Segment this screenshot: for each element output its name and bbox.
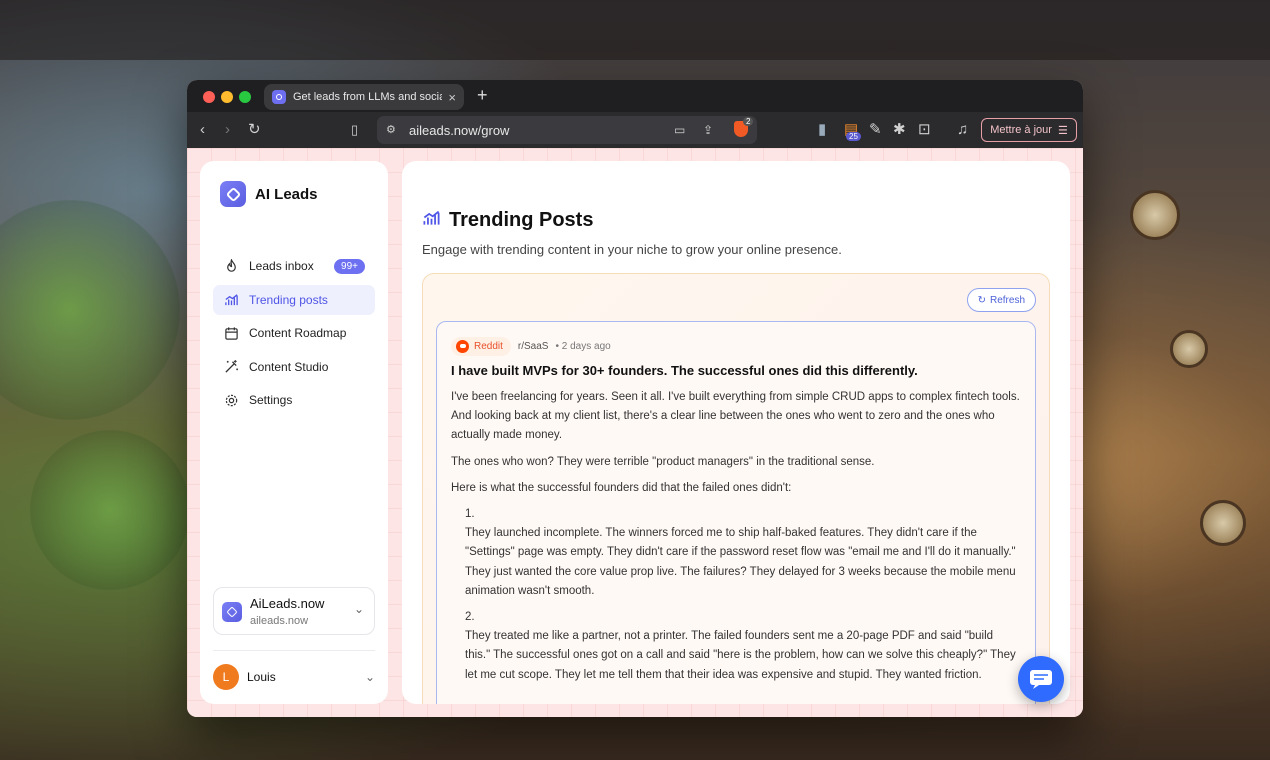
workspace-domain: aileads.now [250,615,309,627]
post-paragraph: I've been freelancing for years. Seen it… [451,391,1020,442]
cast-icon[interactable]: ▭ [674,121,685,139]
menu-icon: ☰ [1057,124,1068,137]
ai-leads-logo-icon [220,181,246,207]
share-icon[interactable]: ⇪ [703,121,713,139]
user-name: Louis [247,670,276,684]
sidebar-nav: Leads inbox 99+ Trending posts Content R… [213,251,375,419]
sidebar-item-label: Leads inbox [249,259,314,273]
sidebar-item-settings[interactable]: Settings [213,385,375,415]
workspace-name: AiLeads.now [250,596,325,611]
close-window-button[interactable] [203,91,215,103]
page-content: AI Leads Leads inbox 99+ Trending posts [187,148,1083,717]
refresh-button-label: Refresh [989,294,1025,306]
page-title-text: Trending Posts [449,208,594,231]
tab-close-icon[interactable]: × [448,90,456,105]
screenshot-icon[interactable]: ⊡ [918,121,931,139]
background-clock [1130,190,1180,240]
update-button-label: Mettre à jour [990,124,1052,136]
reload-icon[interactable]: ↻ [248,121,261,139]
background-beam [0,0,1270,60]
tab-title: Get leads from LLMs and social media [292,91,443,103]
maximize-window-button[interactable] [239,91,251,103]
sidebar-item-label: Settings [249,393,293,408]
platform-chip: Reddit [451,336,511,356]
trending-chart-icon [422,208,441,232]
site-settings-icon[interactable]: ⚙ [386,121,396,139]
bookmark-icon[interactable]: ▯ [351,121,358,139]
forward-icon[interactable]: › [225,121,230,139]
update-button[interactable]: Mettre à jour ☰ [981,118,1077,142]
gear-icon [223,392,239,408]
minimize-window-button[interactable] [221,91,233,103]
reddit-icon [456,339,469,353]
post-title[interactable]: I have built MVPs for 30+ founders. The … [451,363,1021,378]
list-number: 2. [465,611,475,624]
sidebar-item-leads-inbox[interactable]: Leads inbox 99+ [213,251,375,281]
workspace-logo-icon [222,602,242,622]
flame-icon [223,258,239,274]
background-clock [1200,500,1246,546]
post-card[interactable]: Reddit r/SaaS • 2 days ago I have built … [436,321,1036,704]
chevron-down-icon: ⌄ [364,670,375,684]
sidebar-item-label: Content Roadmap [249,326,347,341]
new-tab-button[interactable]: + [477,85,488,106]
brand[interactable]: AI Leads [220,181,318,207]
brand-name: AI Leads [255,185,318,203]
sidebar-item-label: Trending posts [249,292,328,307]
media-icon[interactable]: ♫ [957,121,968,139]
page-title: Trending Posts [422,208,593,232]
refresh-icon: ↻ [977,294,986,306]
extension-badge: 25 [846,132,861,141]
sidebar-item-label: Content Studio [249,359,329,374]
eyedropper-icon[interactable]: ✎ [869,121,882,139]
background-plant [0,200,180,420]
post-body: I've been freelancing for years. Seen it… [451,388,1021,685]
address-bar[interactable]: ⚙ aileads.now/grow ▭ ⇪ [377,116,757,144]
background-plant [30,430,190,590]
subreddit-link[interactable]: r/SaaS [518,341,549,352]
avatar: L [213,664,239,690]
post-meta: Reddit r/SaaS • 2 days ago [451,336,1021,356]
sidebar-item-content-roadmap[interactable]: Content Roadmap [213,318,375,348]
browser-window: Get leads from LLMs and social media × +… [187,80,1083,717]
browser-tab[interactable]: Get leads from LLMs and social media × [264,84,464,110]
workspace-switcher[interactable]: AiLeads.now aileads.now ⌄ [213,587,375,635]
trending-chart-icon [223,292,239,308]
puzzle-icon[interactable]: ✱ [893,121,906,139]
list-item: They treated me like a partner, not a pr… [465,630,1016,681]
sidebar-divider [213,650,375,651]
leads-count-badge: 99+ [334,258,365,274]
main-panel: Trending Posts Engage with trending cont… [402,161,1070,704]
sidebar-item-trending-posts[interactable]: Trending posts [213,284,375,315]
extension-icon[interactable]: ▮ [818,121,826,139]
trending-feed: ↻ Refresh Reddit r/SaaS • 2 days ago I h… [422,273,1050,704]
sidebar-item-content-studio[interactable]: Content Studio [213,352,375,382]
page-subtitle: Engage with trending content in your nic… [422,242,842,257]
user-menu[interactable]: L Louis ⌄ [213,664,375,692]
platform-name: Reddit [474,340,503,352]
browser-toolbar: ‹ › ↻ ▯ ⚙ aileads.now/grow ▭ ⇪ 2 ▮ ▤ 25 … [187,112,1083,148]
chevron-down-icon: ⌄ [353,602,364,616]
browser-titlebar: Get leads from LLMs and social media × + [187,80,1083,112]
post-age: • 2 days ago [555,340,611,352]
refresh-button[interactable]: ↻ Refresh [966,288,1036,312]
chat-button[interactable] [1018,656,1064,702]
url-text: aileads.now/grow [409,122,510,138]
list-number: 1. [465,508,475,521]
post-paragraph: The ones who won? They were terrible "pr… [451,455,875,468]
post-paragraph: Here is what the successful founders did… [451,481,792,494]
back-icon[interactable]: ‹ [200,121,205,139]
list-item: They launched incomplete. The winners fo… [465,527,1016,597]
sidebar: AI Leads Leads inbox 99+ Trending posts [200,161,388,704]
magic-wand-icon [223,359,239,375]
background-clock [1170,330,1208,368]
chat-bubble-icon [1030,670,1052,689]
calendar-icon [223,325,239,341]
tab-favicon-icon [272,90,286,104]
